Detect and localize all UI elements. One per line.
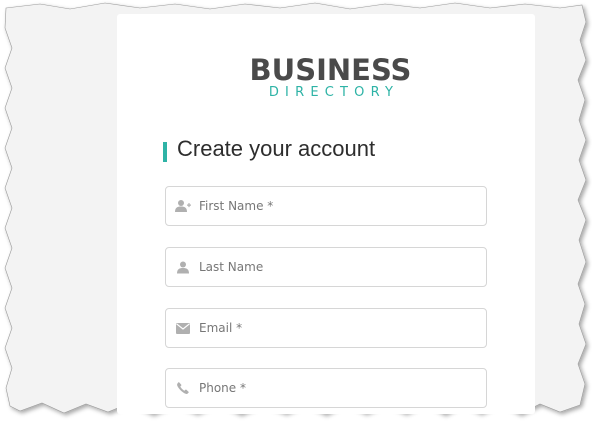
add-user-icon <box>175 198 191 214</box>
page-title: Create your account <box>177 136 376 161</box>
user-icon <box>175 259 191 275</box>
form-heading: Create your account <box>163 136 375 162</box>
logo-subtitle: DIRECTORY <box>268 85 400 100</box>
email-input[interactable] <box>199 321 459 335</box>
phone-icon <box>175 380 191 396</box>
envelope-icon <box>175 320 191 336</box>
first-name-input[interactable] <box>199 199 459 213</box>
phone-field[interactable] <box>165 368 487 408</box>
signup-card: BUSINESS DIRECTORY Create your account <box>117 14 535 414</box>
screenshot-stage: BUSINESS DIRECTORY Create your account <box>0 0 592 428</box>
phone-input[interactable] <box>199 381 459 395</box>
logo-title: BUSINESS <box>249 53 412 87</box>
heading-accent-bar <box>163 141 167 162</box>
email-field[interactable] <box>165 308 487 348</box>
last-name-field[interactable] <box>165 247 487 287</box>
last-name-input[interactable] <box>199 260 459 274</box>
first-name-field[interactable] <box>165 186 487 226</box>
business-directory-logo: BUSINESS DIRECTORY <box>117 54 535 100</box>
